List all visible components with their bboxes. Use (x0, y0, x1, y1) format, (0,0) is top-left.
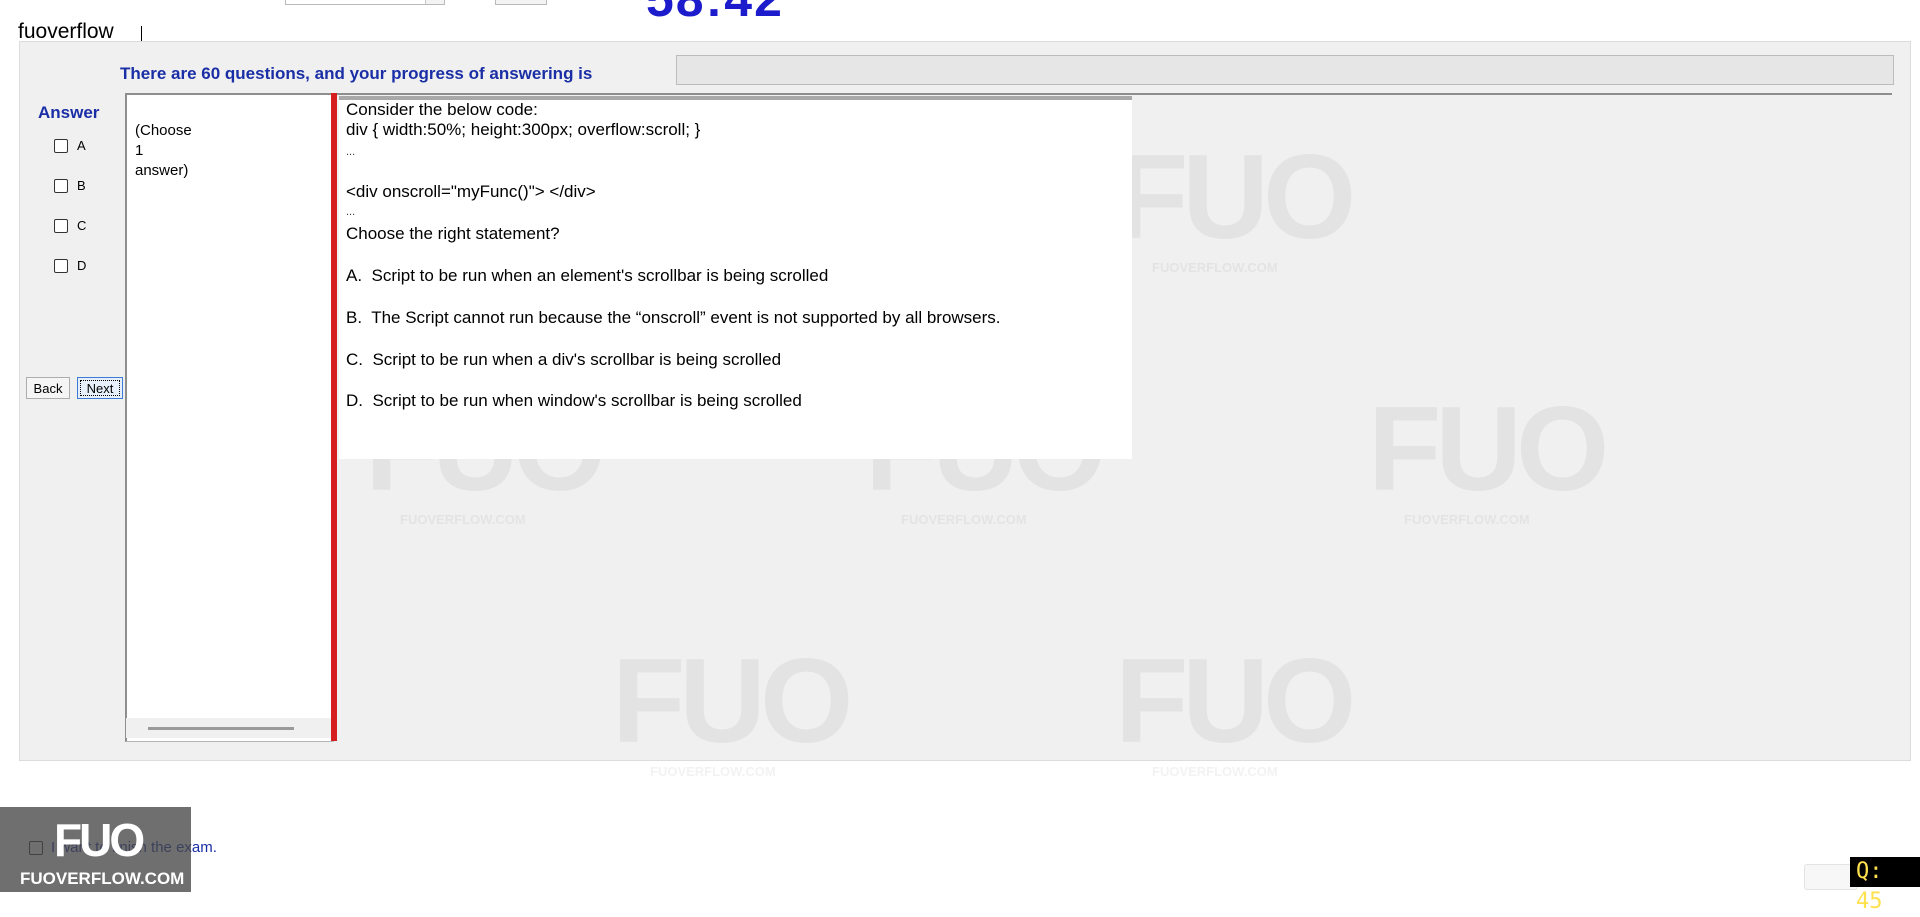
answer-title: Answer (38, 103, 100, 122)
scrollbar-thumb[interactable] (148, 727, 294, 730)
watermark-logo: FUO (1115, 634, 1356, 768)
option-c[interactable]: C (54, 218, 86, 233)
watermark-site: FUOVERFLOW.COM (1152, 260, 1278, 275)
watermark-logo: FUO (612, 634, 853, 768)
option-label-c: C (77, 218, 87, 233)
question-code: div { width:50%; height:300px; overflow:… (346, 120, 701, 139)
question-prompt: Choose the right statement? (346, 224, 560, 243)
question-ellipsis: ... (346, 206, 356, 218)
option-label-b: B (77, 178, 86, 193)
top-button[interactable] (495, 0, 547, 5)
instruction-text: (Choose 1 answer) (135, 121, 225, 181)
instruction-panel (125, 93, 334, 742)
choice-a: A. Script to be run when an element's sc… (346, 266, 829, 285)
option-label-d: D (77, 258, 87, 273)
fuoverflow-logo: FUO FUOVERFLOW.COM (0, 807, 191, 892)
option-label-a: A (77, 138, 86, 153)
logo-site: FUOVERFLOW.COM (20, 869, 185, 888)
progress-bar (676, 55, 1894, 85)
instruction-line: (Choose (135, 122, 192, 139)
logo-text: FUO (54, 814, 145, 866)
exam-code-input[interactable] (285, 0, 445, 5)
option-b[interactable]: B (54, 178, 86, 193)
watermark-logo: FUO (1115, 130, 1356, 264)
watermark-site: FUOVERFLOW.COM (1152, 764, 1278, 779)
checkbox-c[interactable] (54, 218, 68, 233)
question-ellipsis: ... (346, 146, 356, 158)
watermark-site: FUOVERFLOW.COM (1404, 512, 1530, 527)
back-button[interactable]: Back (26, 377, 70, 399)
question-intro: Consider the below code: (346, 100, 538, 119)
exam-timer: 58:42 (646, 0, 784, 28)
next-button[interactable]: Next (77, 377, 123, 399)
progress-label: There are 60 questions, and your progres… (120, 64, 593, 83)
checkbox-d[interactable] (54, 258, 68, 273)
choice-c: C. Script to be run when a div's scrollb… (346, 350, 782, 369)
question-counter: Q: 45 (1850, 857, 1920, 914)
option-a[interactable]: A (54, 138, 86, 153)
checkbox-a[interactable] (54, 138, 68, 153)
choice-d: D. Script to be run when window's scroll… (346, 391, 802, 410)
horizontal-scrollbar[interactable] (126, 718, 331, 738)
instruction-line: 1 (135, 142, 144, 159)
question-html: <div onscroll="myFunc()"> </div> (346, 182, 596, 201)
watermark-logo: FUO (1368, 382, 1609, 516)
watermark-site: FUOVERFLOW.COM (650, 764, 776, 779)
watermark-site: FUOVERFLOW.COM (400, 512, 526, 527)
dropdown-arrow-icon[interactable] (425, 0, 444, 4)
checkbox-b[interactable] (54, 178, 68, 193)
choice-b: B. The Script cannot run because the “on… (346, 308, 1001, 327)
watermark-site: FUOVERFLOW.COM (901, 512, 1027, 527)
option-d[interactable]: D (54, 258, 86, 273)
instruction-line: answer) (135, 162, 189, 179)
